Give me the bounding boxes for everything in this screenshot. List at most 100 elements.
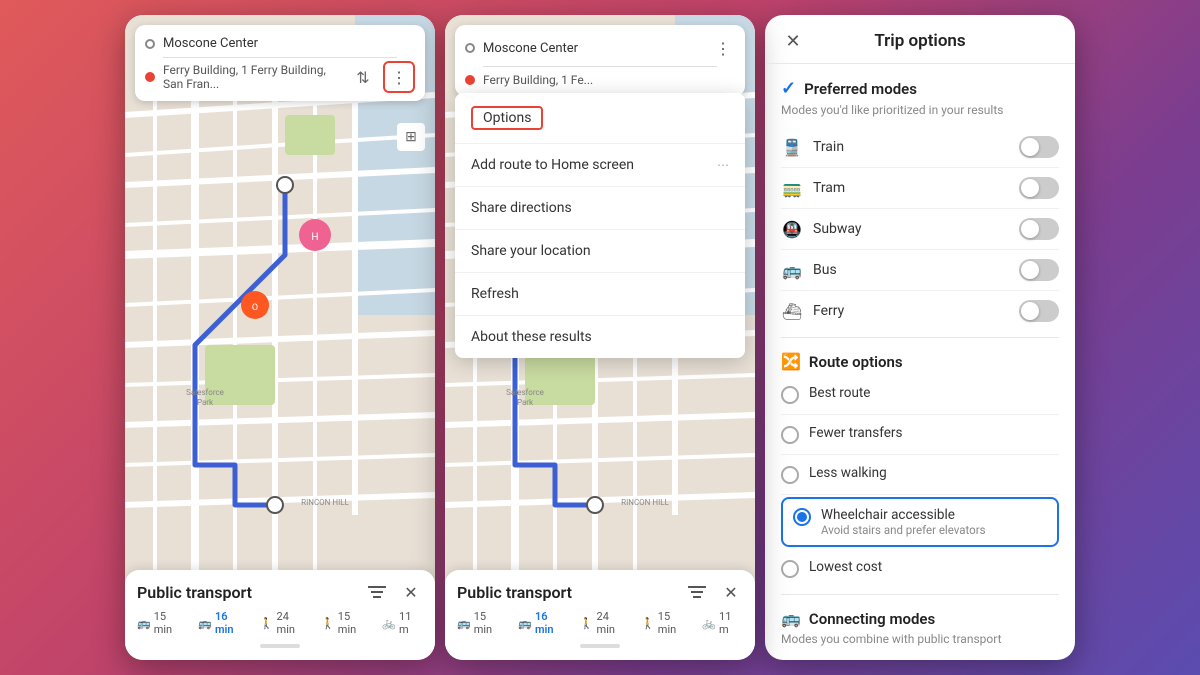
ferry-toggle[interactable] — [1019, 300, 1059, 322]
bike-icon-1: 🚲 — [382, 617, 396, 630]
time-walk-2: 🚶 15 min — [321, 610, 370, 636]
bottom-icons-1: ✕ — [365, 580, 423, 604]
connecting-modes-title: 🚌 Connecting modes — [781, 609, 1059, 628]
search-divider-2 — [483, 66, 717, 67]
tram-toggle[interactable] — [1019, 177, 1059, 199]
three-dots-button-2[interactable]: ⋮ — [711, 36, 735, 60]
svg-text:RINCON HILL: RINCON HILL — [301, 498, 349, 507]
radio-less-walking-text: Less walking — [809, 465, 887, 481]
bottom-transport-bar-1: Public transport ✕ 🚌 15 min 🚌 16 min 🚶 2… — [125, 570, 435, 660]
share-location-menu-item[interactable]: Share your location — [455, 230, 745, 273]
radio-best — [781, 386, 799, 404]
tram-label: Tram — [813, 180, 845, 196]
origin-dot-2 — [465, 43, 475, 53]
time2-val-1: 15 min — [474, 610, 507, 636]
swap-button[interactable]: ⇅ — [351, 65, 375, 89]
radio-fewer — [781, 426, 799, 444]
bus-icon: 🚌 — [137, 617, 151, 630]
add-home-label: Add route to Home screen — [471, 157, 634, 173]
add-home-menu-item[interactable]: Add route to Home screen ⋯ — [455, 144, 745, 187]
dropdown-menu: Options Add route to Home screen ⋯ Share… — [455, 93, 745, 358]
about-menu-item[interactable]: About these results — [455, 316, 745, 358]
mode-row-bus: 🚌 Bus — [781, 250, 1059, 291]
subway-label: Subway — [813, 221, 862, 237]
three-dots-icon: ⋮ — [391, 68, 407, 87]
train-toggle[interactable] — [1019, 136, 1059, 158]
mode-left-tram: 🚃 Tram — [781, 179, 845, 198]
dest-dot-2 — [465, 75, 475, 85]
svg-text:H: H — [311, 232, 318, 243]
time-val-1: 15 min — [154, 610, 187, 636]
origin-row-2: Moscone Center ⋮ — [465, 33, 735, 63]
three-dots-button[interactable]: ⋮ — [383, 61, 415, 93]
filter-icon-1[interactable] — [365, 580, 389, 604]
transport-title-2: Public transport — [457, 583, 572, 602]
route-less-walking[interactable]: Less walking — [781, 455, 1059, 495]
origin-row: Moscone Center — [145, 33, 415, 54]
walk-icon-2: 🚶 — [321, 617, 335, 630]
trip-options-header: ✕ Trip options — [765, 15, 1075, 64]
route-best[interactable]: Best route — [781, 375, 1059, 415]
best-route-label: Best route — [809, 385, 870, 401]
connecting-modes-label: Connecting modes — [809, 610, 935, 628]
bottom-icons-2: ✕ — [685, 580, 743, 604]
about-label: About these results — [471, 329, 592, 345]
bottom-transport-bar-2: Public transport ✕ 🚌 15 min 🚌 16 min 🚶 2… — [445, 570, 755, 660]
route-fewer[interactable]: Fewer transfers — [781, 415, 1059, 455]
radio-lowest-text: Lowest cost — [809, 559, 882, 575]
time-bike-1: 🚲 11 m — [382, 610, 423, 636]
bottom-title-row-2: Public transport ✕ — [457, 580, 743, 604]
filter-icon-2[interactable] — [685, 580, 709, 604]
options-menu-item[interactable]: Options — [455, 93, 745, 144]
trip-options-content: ✓ Preferred modes Modes you'd like prior… — [765, 64, 1075, 660]
time-val-4: 15 min — [338, 610, 371, 636]
mode-row-tram: 🚃 Tram — [781, 168, 1059, 209]
time-bus-2: 🚌 16 min — [198, 610, 248, 636]
refresh-menu-item[interactable]: Refresh — [455, 273, 745, 316]
radio-wheelchair — [793, 508, 811, 526]
bus-mode-icon: 🚌 — [781, 261, 803, 280]
phone-panel-1: H O Salesforce Park RINCON HILL ⊞ Moscon… — [125, 15, 435, 660]
subway-toggle[interactable] — [1019, 218, 1059, 240]
section-divider-2 — [781, 594, 1059, 595]
dest-row-2: Ferry Building, 1 Fe... — [465, 70, 735, 90]
time2-val-4: 15 min — [658, 610, 691, 636]
mode-left-subway: 🚇 Subway — [781, 220, 862, 239]
route-lowest[interactable]: Lowest cost — [781, 549, 1059, 588]
dest-dot — [145, 72, 155, 82]
ferry-label: Ferry — [813, 303, 844, 319]
route-options-label: Route options — [809, 353, 903, 371]
fewer-transfers-label: Fewer transfers — [809, 425, 902, 441]
svg-text:Salesforce: Salesforce — [506, 388, 544, 397]
close-icon-trip: ✕ — [785, 31, 800, 52]
mode-row-ferry: ⛴ Ferry — [781, 291, 1059, 331]
close-trip-options-button[interactable]: ✕ — [781, 29, 805, 53]
close-icon-1[interactable]: ✕ — [399, 580, 423, 604]
mode-row-drive: Drive — [781, 656, 1059, 660]
dest-text: Ferry Building, 1 Ferry Building, San Fr… — [163, 63, 343, 91]
ferry-icon: ⛴ — [781, 302, 803, 321]
time-val-2: 16 min — [215, 610, 248, 636]
time2-walk-2: 🚶 15 min — [641, 610, 690, 636]
time2-bike-1: 🚲 11 m — [702, 610, 743, 636]
route-wheelchair[interactable]: Wheelchair accessible Avoid stairs and p… — [781, 497, 1059, 547]
time-val-3: 24 min — [277, 610, 310, 636]
bus-toggle[interactable] — [1019, 259, 1059, 281]
transport-times-1: 🚌 15 min 🚌 16 min 🚶 24 min 🚶 15 min 🚲 11… — [137, 610, 423, 636]
close-icon-2[interactable]: ✕ — [719, 580, 743, 604]
connecting-icon: 🚌 — [781, 609, 801, 628]
scroll-indicator-2 — [580, 644, 620, 648]
tram-icon: 🚃 — [781, 179, 803, 198]
route-options-title: 🔀 Route options — [781, 352, 1059, 371]
share-directions-menu-item[interactable]: Share directions — [455, 187, 745, 230]
time-val-5: 11 m — [399, 610, 423, 636]
bus2-icon-1: 🚌 — [457, 617, 471, 630]
walk2-icon-2: 🚶 — [641, 617, 655, 630]
trip-options-panel: ✕ Trip options ✓ Preferred modes Modes y… — [765, 15, 1075, 660]
share-directions-label: Share directions — [471, 200, 572, 216]
search-divider — [163, 57, 397, 58]
train-icon: 🚆 — [781, 138, 803, 157]
mode-row-subway: 🚇 Subway — [781, 209, 1059, 250]
time2-bus-1: 🚌 15 min — [457, 610, 506, 636]
origin-text: Moscone Center — [163, 36, 415, 51]
